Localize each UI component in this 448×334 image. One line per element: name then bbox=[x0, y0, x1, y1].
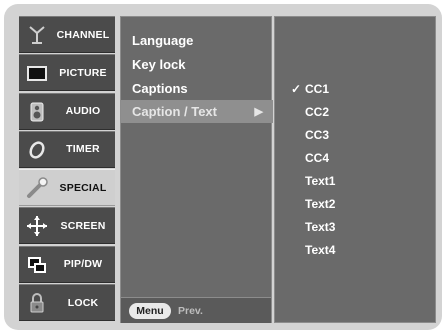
right-arrow-icon: ▶ bbox=[254, 106, 263, 118]
main-menu: CHANNEL PICTURE AUDIO TIMER SPECIAL SCRE… bbox=[19, 16, 115, 323]
menu-item-screen[interactable]: SCREEN bbox=[19, 207, 115, 245]
lock-padlock-icon bbox=[25, 291, 49, 315]
menu-item-channel[interactable]: CHANNEL bbox=[19, 16, 115, 53]
submenu-panel: Language Key lock Captions Caption / Tex… bbox=[120, 16, 273, 323]
submenu-item-caption-text[interactable]: Caption / Text ▶ bbox=[121, 100, 273, 123]
screen-move-arrows-icon bbox=[25, 214, 49, 238]
submenu-item-key-lock[interactable]: Key lock bbox=[121, 52, 273, 76]
menu-item-label: CHANNEL bbox=[56, 28, 110, 41]
menu-item-timer[interactable]: TIMER bbox=[19, 130, 115, 168]
submenu-item-label: Caption / Text bbox=[132, 104, 217, 119]
submenu-item-label: Language bbox=[132, 32, 194, 48]
option-label: Text1 bbox=[305, 173, 336, 188]
menu-item-lock[interactable]: LOCK bbox=[19, 284, 115, 322]
submenu-footer: Menu Prev. bbox=[121, 297, 271, 323]
option-cc3[interactable]: CC3 bbox=[275, 123, 435, 146]
option-text2[interactable]: Text2 bbox=[275, 192, 435, 215]
submenu-item-label: Captions bbox=[132, 80, 188, 96]
checkmark-icon: ✓ bbox=[290, 81, 301, 96]
option-text3[interactable]: Text3 bbox=[275, 215, 435, 238]
submenu-item-captions[interactable]: Captions bbox=[121, 76, 273, 100]
option-label: CC1 bbox=[305, 81, 330, 96]
menu-item-label: PIP/DW bbox=[63, 258, 103, 271]
option-label: CC4 bbox=[305, 150, 330, 165]
menu-item-label: PICTURE bbox=[59, 66, 107, 79]
submenu-item-language[interactable]: Language bbox=[121, 28, 273, 52]
option-label: Text2 bbox=[305, 196, 336, 211]
menu-button[interactable]: Menu bbox=[129, 303, 171, 319]
menu-item-label: SPECIAL bbox=[59, 181, 107, 194]
picture-tv-icon bbox=[25, 61, 49, 85]
menu-item-audio[interactable]: AUDIO bbox=[19, 92, 115, 130]
menu-item-picture[interactable]: PICTURE bbox=[19, 54, 115, 92]
option-cc4[interactable]: CC4 bbox=[275, 146, 435, 169]
option-label: CC2 bbox=[305, 104, 330, 119]
option-text4[interactable]: Text4 bbox=[275, 238, 435, 261]
timer-clock-icon bbox=[25, 138, 49, 162]
submenu-item-label: Key lock bbox=[132, 56, 186, 72]
option-label: Text4 bbox=[305, 242, 336, 257]
menu-item-pip-dw[interactable]: PIP/DW bbox=[19, 245, 115, 283]
menu-item-label: SCREEN bbox=[60, 219, 106, 232]
menu-item-label: AUDIO bbox=[65, 105, 101, 118]
pip-windows-icon bbox=[25, 253, 49, 277]
special-wrench-icon bbox=[25, 176, 49, 200]
option-label: CC3 bbox=[305, 127, 330, 142]
options-panel: ✓ CC1 CC2 CC3 CC4 Text1 Text2 Text3 Text… bbox=[274, 16, 436, 323]
option-text1[interactable]: Text1 bbox=[275, 169, 435, 192]
option-cc1[interactable]: ✓ CC1 bbox=[275, 77, 435, 100]
option-label: Text3 bbox=[305, 219, 336, 234]
menu-item-special[interactable]: SPECIAL bbox=[19, 169, 115, 207]
option-cc2[interactable]: CC2 bbox=[275, 100, 435, 123]
channel-antenna-icon bbox=[25, 23, 49, 47]
prev-hint: Prev. bbox=[178, 305, 203, 317]
menu-item-label: LOCK bbox=[67, 296, 99, 309]
menu-item-label: TIMER bbox=[66, 143, 100, 156]
audio-speaker-icon bbox=[25, 100, 49, 124]
